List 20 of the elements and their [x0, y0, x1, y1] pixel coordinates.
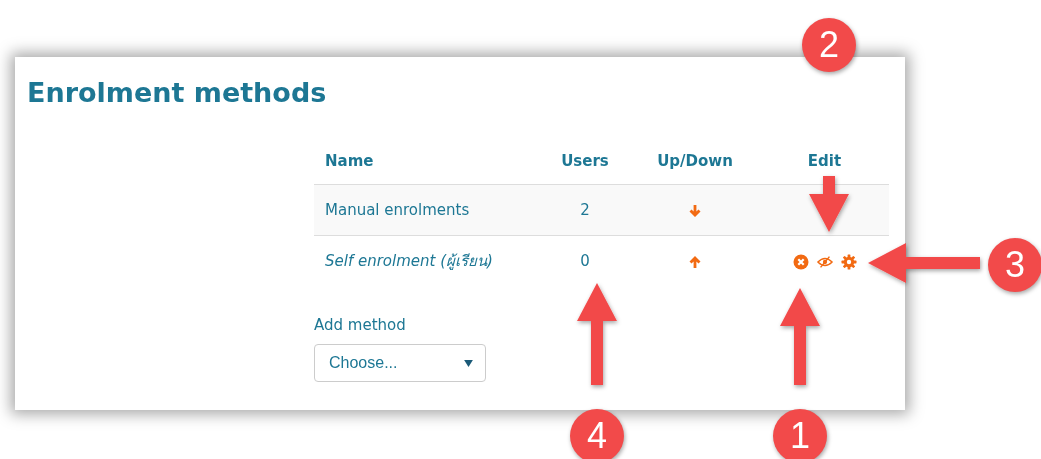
- add-method-label: Add method: [314, 316, 407, 334]
- up-arrow-icon[interactable]: [688, 254, 702, 269]
- callout-number: 3: [988, 238, 1041, 292]
- callout-number: 4: [570, 409, 624, 459]
- column-header: Up/Down: [657, 152, 733, 170]
- column-header: Name: [325, 152, 374, 170]
- column-header: Edit: [807, 152, 842, 170]
- column-header: Users: [561, 152, 609, 170]
- page-title: Enrolment methods: [27, 77, 328, 108]
- method-link[interactable]: Self enrolment (ผู้เรียน): [325, 252, 493, 270]
- delete-icon[interactable]: [792, 253, 809, 270]
- user-count: 0: [580, 252, 590, 270]
- callout-arrow: [809, 176, 849, 232]
- callout-number: 1: [773, 409, 827, 459]
- method-dropdown[interactable]: Choose...: [314, 344, 486, 382]
- caret-icon: [464, 359, 473, 367]
- down-arrow-icon[interactable]: [688, 203, 702, 218]
- settings-icon[interactable]: [840, 253, 857, 270]
- user-count: 2: [580, 201, 590, 219]
- callout-number: 2: [802, 18, 856, 72]
